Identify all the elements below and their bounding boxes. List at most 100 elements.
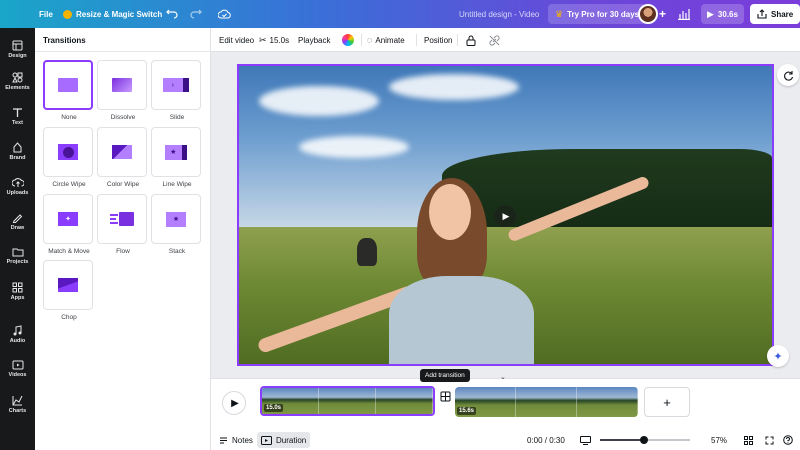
cloud xyxy=(299,136,409,158)
rail-item-apps[interactable]: Apps xyxy=(0,282,35,301)
transition-label: Slide xyxy=(169,114,185,121)
share-label: Share xyxy=(771,9,794,19)
divider xyxy=(35,51,211,52)
add-page-button[interactable]: + xyxy=(644,387,690,417)
transition-circle-wipe[interactable]: Circle Wipe xyxy=(43,127,95,188)
screen-size-button[interactable] xyxy=(580,432,591,448)
resize-magic-switch-button[interactable]: Resize & Magic Switch xyxy=(63,0,162,28)
transition-match-move[interactable]: ✦ Match & Move xyxy=(43,194,95,255)
rail-item-brand[interactable]: Brand xyxy=(0,142,35,161)
expand-icon xyxy=(765,436,774,444)
transition-slide[interactable]: › Slide xyxy=(151,60,203,121)
timeline-clip[interactable]: 15.0s xyxy=(260,386,435,416)
user-avatar[interactable] xyxy=(638,0,658,28)
rail-item-charts[interactable]: Charts xyxy=(0,395,35,414)
file-label: File xyxy=(39,9,53,19)
rail-label: Uploads xyxy=(6,190,29,196)
redo-button[interactable] xyxy=(190,0,202,28)
scissors-icon: ✂ xyxy=(259,34,267,45)
try-pro-button[interactable]: ♛ Try Pro for 30 days xyxy=(548,4,647,24)
left-rail: Design Elements Text Brand Uploads Draw … xyxy=(0,28,35,450)
transition-flow[interactable]: Flow xyxy=(97,194,149,255)
zoom-slider-thumb[interactable] xyxy=(640,436,648,444)
video-element[interactable]: ▶ xyxy=(237,64,774,366)
refresh-button[interactable] xyxy=(777,64,799,86)
timeline-play-button[interactable]: ▶ xyxy=(222,391,246,415)
flow-preview-icon xyxy=(110,212,134,226)
grid-view-button[interactable] xyxy=(744,432,753,448)
zoom-level[interactable]: 57% xyxy=(711,432,727,448)
rail-item-audio[interactable]: Audio xyxy=(0,325,35,344)
rail-item-uploads[interactable]: Uploads xyxy=(0,177,35,196)
magic-assistant-button[interactable]: ✦ xyxy=(767,345,789,367)
animate-button[interactable]: ◌ Animate xyxy=(367,28,405,52)
trim-duration-button[interactable]: ✂ 15.0s xyxy=(259,28,289,52)
position-button[interactable]: Position xyxy=(424,28,452,52)
timeline-clip[interactable]: 15.6s xyxy=(455,387,638,417)
cloud xyxy=(259,86,379,116)
present-play-button[interactable]: ▶ 30.6s xyxy=(701,4,744,24)
divider xyxy=(457,34,458,46)
edit-video-button[interactable]: Edit video xyxy=(219,28,254,52)
transition-thumb xyxy=(97,60,147,110)
stack-preview-icon: ★ xyxy=(166,211,186,227)
lock-button[interactable] xyxy=(466,28,476,52)
play-icon: ▶ xyxy=(231,397,239,409)
video-play-button[interactable]: ▶ xyxy=(494,205,516,227)
add-transition-button[interactable] xyxy=(438,388,452,404)
folder-icon xyxy=(12,248,23,257)
transition-dissolve[interactable]: Dissolve xyxy=(97,60,149,121)
cloud xyxy=(389,74,519,100)
share-button[interactable]: Share xyxy=(750,4,800,24)
rail-label: Charts xyxy=(8,408,27,414)
rail-item-elements[interactable]: Elements xyxy=(0,72,35,91)
rail-label: Apps xyxy=(10,295,25,301)
link-button[interactable] xyxy=(489,28,500,52)
avatar xyxy=(638,4,658,24)
rail-item-projects[interactable]: Projects xyxy=(0,247,35,265)
clip-duration: 15.6s xyxy=(457,407,477,415)
rail-item-videos[interactable]: Videos xyxy=(0,360,35,378)
insights-button[interactable] xyxy=(678,0,690,28)
time-display: 0:00 / 0:30 xyxy=(527,432,565,448)
slide-preview-icon: › xyxy=(163,78,189,92)
screen-icon xyxy=(580,435,591,445)
cloud-save-button[interactable] xyxy=(218,0,231,28)
notes-label: Notes xyxy=(232,435,253,445)
face xyxy=(429,184,471,240)
rail-item-text[interactable]: Text xyxy=(0,107,35,126)
none-preview-icon xyxy=(58,78,78,92)
rail-label: Elements xyxy=(5,85,30,91)
help-button[interactable] xyxy=(783,432,793,448)
transition-chop[interactable]: Chop xyxy=(43,260,95,321)
file-menu[interactable]: File xyxy=(39,0,53,28)
transition-line-wipe[interactable]: ★ Line Wipe xyxy=(151,127,203,188)
text-icon xyxy=(13,108,22,117)
panel-title: Transitions xyxy=(43,36,86,45)
resize-label: Resize & Magic Switch xyxy=(76,9,163,19)
transition-label: Line Wipe xyxy=(162,181,192,188)
fullscreen-button[interactable] xyxy=(765,432,774,448)
color-button[interactable] xyxy=(342,28,354,52)
notes-button[interactable]: Notes xyxy=(219,432,253,448)
unlink-icon xyxy=(489,34,500,46)
transition-color-wipe[interactable]: Color Wipe xyxy=(97,127,149,188)
invite-button[interactable]: + xyxy=(659,0,666,28)
rail-item-draw[interactable]: Draw xyxy=(0,212,35,231)
rail-item-design[interactable]: Design xyxy=(0,40,35,59)
rail-label: Audio xyxy=(9,338,26,344)
transition-stack[interactable]: ★ Stack xyxy=(151,194,203,255)
shirt xyxy=(389,276,534,364)
rail-label: Design xyxy=(8,53,27,59)
transition-none[interactable]: None xyxy=(43,60,95,121)
undo-button[interactable] xyxy=(166,0,178,28)
chop-preview-icon xyxy=(58,278,78,292)
playback-button[interactable]: Playback xyxy=(298,28,330,52)
duration-button[interactable]: Duration xyxy=(257,432,311,448)
timeline-collapse-chevron[interactable]: ⌄ xyxy=(500,373,506,381)
design-title[interactable]: Untitled design - Video xyxy=(459,0,539,28)
lock-icon xyxy=(466,35,476,46)
rail-label: Text xyxy=(12,120,23,126)
bar-chart-icon xyxy=(678,9,690,20)
cloud-check-icon xyxy=(218,9,231,18)
